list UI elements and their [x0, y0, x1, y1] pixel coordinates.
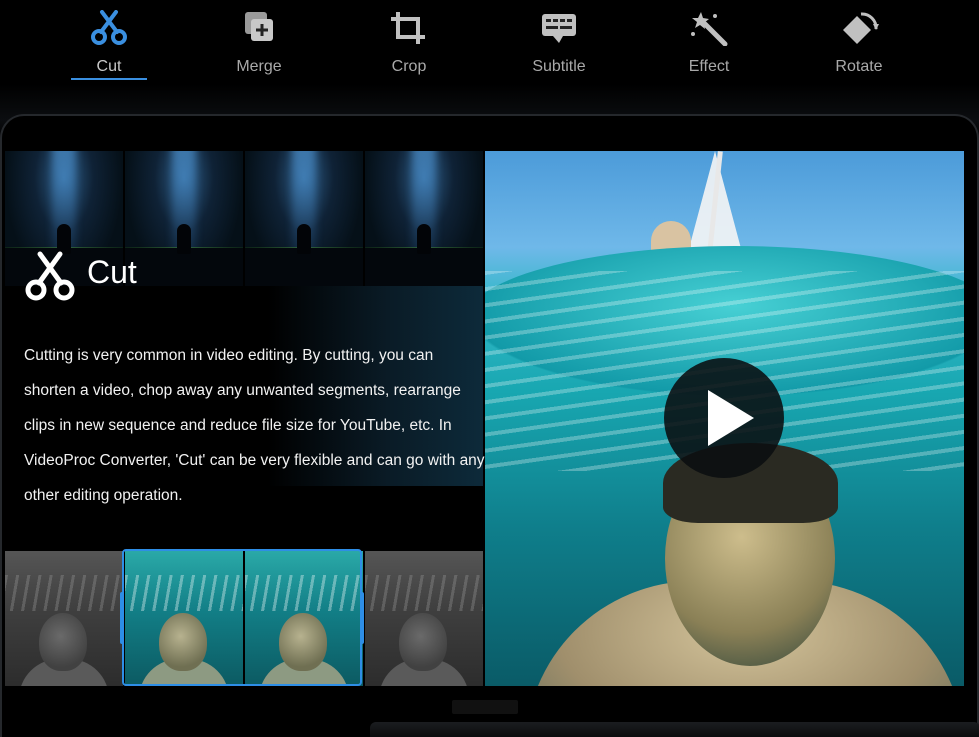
cut-end-handle[interactable]: [360, 592, 364, 644]
timeline-frame: [5, 551, 123, 686]
thumbnail: [245, 151, 363, 286]
tab-rotate[interactable]: Rotate: [804, 0, 914, 84]
cut-selection-range[interactable]: [122, 549, 362, 686]
tab-effect[interactable]: Effect: [654, 0, 764, 84]
tab-label: Cut: [96, 58, 122, 75]
merge-icon: [245, 12, 273, 41]
tab-crop[interactable]: Crop: [354, 0, 464, 84]
laptop-base: [370, 722, 979, 737]
tab-cut[interactable]: Cut: [54, 0, 164, 84]
tab-label: Crop: [391, 58, 427, 75]
laptop-notch: [452, 700, 518, 714]
feature-title: Cut: [87, 254, 137, 290]
tab-label: Effect: [688, 58, 730, 75]
timeline-frame: [365, 551, 483, 686]
play-button[interactable]: [664, 358, 784, 478]
cut-start-handle[interactable]: [120, 592, 124, 644]
feature-description: Cutting is very common in video editing.…: [24, 347, 485, 504]
tab-subtitle[interactable]: Subtitle: [504, 0, 614, 84]
subtitle-icon: [542, 14, 576, 43]
rotate-icon: [843, 12, 879, 44]
thumbnail: [125, 151, 243, 286]
tab-merge[interactable]: Merge: [204, 0, 314, 84]
scissors-icon: [25, 251, 75, 301]
tab-label: Subtitle: [532, 58, 586, 75]
active-tab-underline: [71, 78, 147, 80]
tab-label: Rotate: [835, 58, 883, 75]
crop-icon: [391, 12, 425, 44]
tab-label: Merge: [236, 58, 282, 75]
scissors-icon: [91, 10, 127, 45]
play-icon: [708, 390, 754, 446]
thumbnail: [365, 151, 483, 286]
feature-tab-bar: Cut Merge Crop Subtitle Effect Rotate: [0, 0, 979, 95]
magic-wand-icon: [691, 12, 728, 46]
